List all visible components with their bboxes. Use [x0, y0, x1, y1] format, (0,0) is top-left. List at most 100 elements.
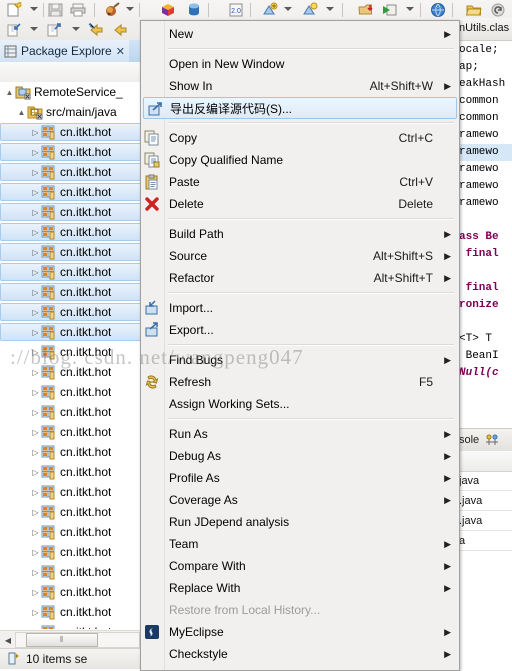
tab-package-explorer[interactable]: Package Explore ✕ — [0, 40, 129, 62]
menu-item[interactable]: Paste Ctrl+V — [141, 171, 459, 193]
tree-twisty-icon[interactable]: ▷ — [30, 188, 41, 197]
tree-twisty-icon[interactable]: ▷ — [30, 468, 41, 477]
tree-twisty-icon[interactable]: ▷ — [30, 548, 41, 557]
editor-code[interactable]: ocale; ap; eakHash common common ramewo ramewo… — [458, 42, 512, 382]
tree-item[interactable]: ▷ cn.itkt.hot — [0, 442, 140, 462]
tree-item[interactable]: ▲ src/main/java — [0, 102, 140, 122]
menu-item[interactable]: Team ▶ — [141, 533, 459, 555]
tree-twisty-icon[interactable]: ▷ — [30, 248, 41, 257]
tree-twisty-icon[interactable]: ▷ — [30, 208, 41, 217]
menu-item[interactable]: Profile As ▶ — [141, 467, 459, 489]
tree-item[interactable]: ▷ cn.itkt.hot — [0, 262, 140, 282]
tree-twisty-icon[interactable]: ▷ — [30, 608, 41, 617]
new-java-project-icon[interactable] — [262, 2, 278, 18]
print-icon[interactable] — [70, 2, 86, 18]
scrollbar-thumb[interactable]: ⦀ — [26, 633, 98, 647]
tree-twisty-icon[interactable]: ▷ — [30, 528, 41, 537]
menu-item[interactable]: Refresh F5 — [141, 371, 459, 393]
tree-item[interactable]: ▷ cn.itkt.hot — [0, 182, 140, 202]
result-row[interactable]: .java — [458, 491, 512, 511]
tree-item[interactable]: ▷ cn.itkt.hot — [0, 122, 140, 142]
tree-twisty-icon[interactable]: ▷ — [30, 288, 41, 297]
open-folder-icon[interactable] — [465, 2, 482, 18]
menu-item[interactable]: 导出反编译源代码(S)... — [143, 97, 457, 119]
run-icon[interactable] — [382, 2, 398, 18]
tree-twisty-icon[interactable]: ▷ — [30, 308, 41, 317]
myeclipse-db-icon[interactable] — [186, 2, 202, 18]
tree-twisty-icon[interactable]: ▷ — [30, 388, 41, 397]
package-explorer-tree[interactable]: ▲ RemoteService_ ▲ src/main/java ▷ cn.itkt.ho… — [0, 82, 140, 629]
myeclipse-cube-icon[interactable] — [160, 2, 176, 18]
tree-item[interactable]: ▷ cn.itkt.hot — [0, 142, 140, 162]
revert-icon[interactable] — [490, 2, 506, 18]
back-history-icon[interactable] — [88, 22, 104, 38]
open-browser-icon[interactable] — [430, 2, 446, 18]
context-menu[interactable]: New ▶ Open in New Window Show In Alt+Shift+W… — [140, 20, 460, 671]
menu-item[interactable]: Delete Delete — [141, 193, 459, 215]
tree-twisty-icon[interactable]: ▷ — [30, 568, 41, 577]
close-icon[interactable]: ✕ — [116, 45, 125, 58]
tree-twisty-icon[interactable]: ▷ — [30, 408, 41, 417]
tree-twisty-icon[interactable]: ▷ — [30, 268, 41, 277]
tree-item[interactable]: ▷ cn.itkt.hot — [0, 602, 140, 622]
filter-icon[interactable] — [485, 433, 499, 447]
tree-item[interactable]: ▷ cn.itkt.hot — [0, 422, 140, 442]
bottom-pane-tabbar[interactable]: sole — [458, 429, 512, 452]
tree-item[interactable]: ▷ cn.itkt.hot — [0, 362, 140, 382]
bottom-pane-rows[interactable]: java .java .java a — [458, 471, 512, 669]
console-tab-label[interactable]: sole — [458, 434, 479, 446]
menu-item[interactable]: Refactor Alt+Shift+T ▶ — [141, 267, 459, 289]
tree-item[interactable]: ▷ cn.itkt.hot — [0, 462, 140, 482]
menu-item[interactable]: Show In Alt+Shift+W ▶ — [141, 75, 459, 97]
tree-item[interactable]: ▷ cn.itkt.hot — [0, 302, 140, 322]
dropdown-arrow-icon[interactable] — [326, 7, 334, 11]
menu-item[interactable]: Replace With ▶ — [141, 577, 459, 599]
deploy-icon[interactable] — [358, 2, 374, 18]
editor-tab-label[interactable]: nUtils.clas — [459, 22, 509, 34]
menu-item[interactable]: Open in New Window — [141, 53, 459, 75]
tree-twisty-icon[interactable]: ▷ — [30, 348, 41, 357]
tree-twisty-icon[interactable]: ▲ — [16, 108, 27, 117]
tree-item[interactable]: ▷ cn.itkt.hot — [0, 242, 140, 262]
menu-item[interactable]: Export... — [141, 319, 459, 341]
menu-item[interactable]: Debug As ▶ — [141, 445, 459, 467]
save-icon[interactable] — [48, 2, 64, 18]
tree-twisty-icon[interactable]: ▷ — [30, 448, 41, 457]
editor-tabbar[interactable]: nUtils.clas — [458, 18, 512, 41]
tree-twisty-icon[interactable]: ▷ — [30, 488, 41, 497]
result-row[interactable]: a — [458, 531, 512, 551]
import-icon[interactable] — [6, 22, 22, 38]
dropdown-arrow-icon[interactable] — [406, 7, 414, 11]
tree-twisty-icon[interactable]: ▷ — [30, 628, 41, 630]
new-class-icon[interactable] — [302, 2, 318, 18]
menu-item[interactable]: Compare With ▶ — [141, 555, 459, 577]
tree-item[interactable]: ▷ cn.itkt.hot — [0, 522, 140, 542]
tree-item[interactable]: ▷ cn.itkt.hot — [0, 482, 140, 502]
tree-twisty-icon[interactable]: ▲ — [4, 88, 15, 97]
tree-item[interactable]: ▷ cn.itkt.hot — [0, 542, 140, 562]
result-row[interactable]: java — [458, 471, 512, 491]
menu-item[interactable]: Run As ▶ — [141, 423, 459, 445]
result-row[interactable]: .java — [458, 511, 512, 531]
tree-twisty-icon[interactable]: ▷ — [30, 588, 41, 597]
tree-twisty-icon[interactable]: ▷ — [30, 168, 41, 177]
tree-item[interactable]: ▷ cn.itkt.hot — [0, 202, 140, 222]
tree-twisty-icon[interactable]: ▷ — [30, 328, 41, 337]
tree-twisty-icon[interactable]: ▷ — [30, 128, 41, 137]
tree-item[interactable]: ▷ cn.itkt.hot — [0, 282, 140, 302]
scrollbar-track[interactable]: ⦀ — [15, 632, 140, 648]
tree-item[interactable]: ▷ cn.itkt.hot — [0, 582, 140, 602]
tree-item[interactable]: ▷ cn.itkt.hot — [0, 402, 140, 422]
dropdown-arrow-icon[interactable] — [72, 27, 80, 31]
tree-item[interactable]: ▷ cn.itkt.hot — [0, 562, 140, 582]
tree-twisty-icon[interactable]: ▷ — [30, 508, 41, 517]
new-wizard-icon[interactable] — [6, 1, 22, 18]
debug-icon[interactable] — [104, 2, 120, 18]
tree-item[interactable]: ▷ cn.itkt.hot — [0, 382, 140, 402]
menu-item[interactable]: Build Path ▶ — [141, 223, 459, 245]
menu-item[interactable]: Assign Working Sets... — [141, 393, 459, 415]
menu-item[interactable]: Find Bugs ▶ — [141, 349, 459, 371]
menu-item[interactable]: Copy Ctrl+C — [141, 127, 459, 149]
menu-item[interactable]: Source Alt+Shift+S ▶ — [141, 245, 459, 267]
menu-item[interactable]: Checkstyle ▶ — [141, 643, 459, 665]
